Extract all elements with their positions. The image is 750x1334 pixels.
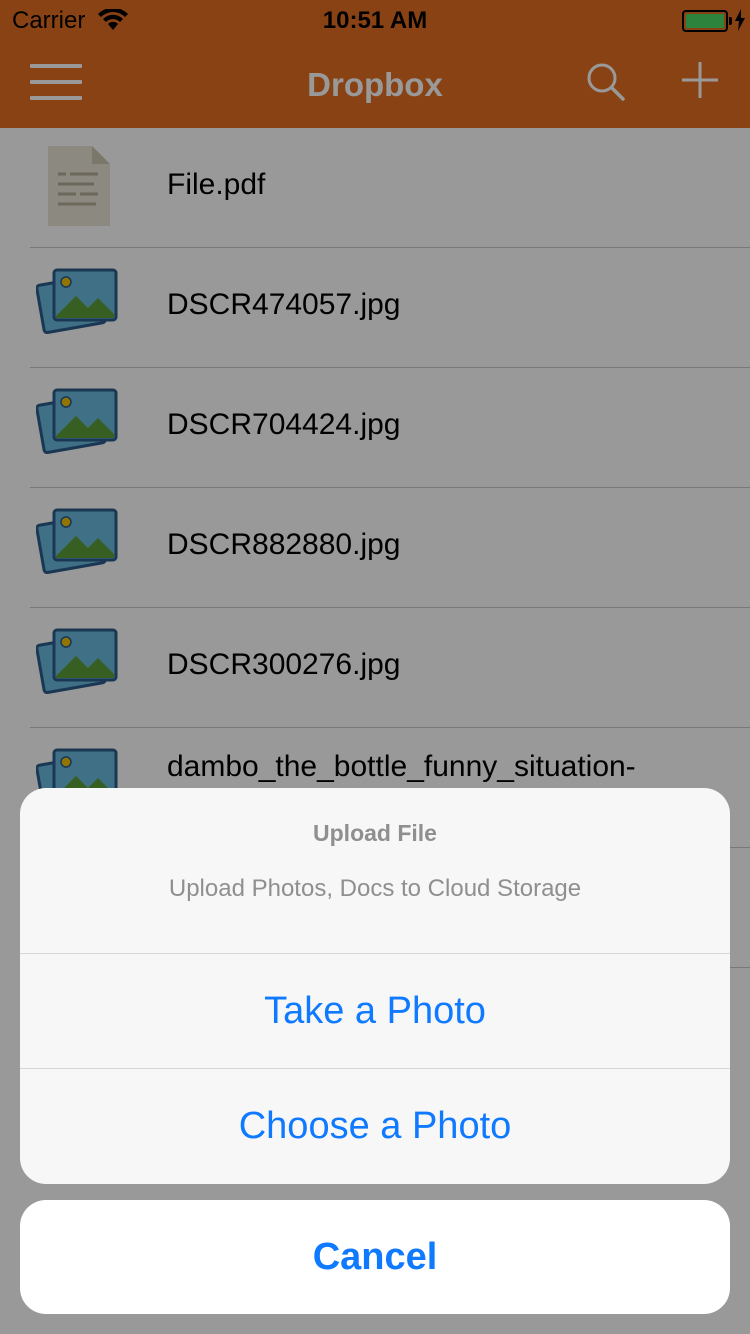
cancel-button[interactable]: Cancel — [20, 1200, 730, 1314]
action-sheet-message: Upload Photos, Docs to Cloud Storage — [168, 875, 582, 902]
action-sheet-title: Upload File — [313, 820, 437, 846]
action-sheet-header: Upload File Upload Photos, Docs to Cloud… — [20, 788, 730, 954]
choose-photo-button[interactable]: Choose a Photo — [20, 1069, 730, 1184]
take-photo-button[interactable]: Take a Photo — [20, 954, 730, 1069]
action-sheet: Upload File Upload Photos, Docs to Cloud… — [20, 788, 730, 1184]
